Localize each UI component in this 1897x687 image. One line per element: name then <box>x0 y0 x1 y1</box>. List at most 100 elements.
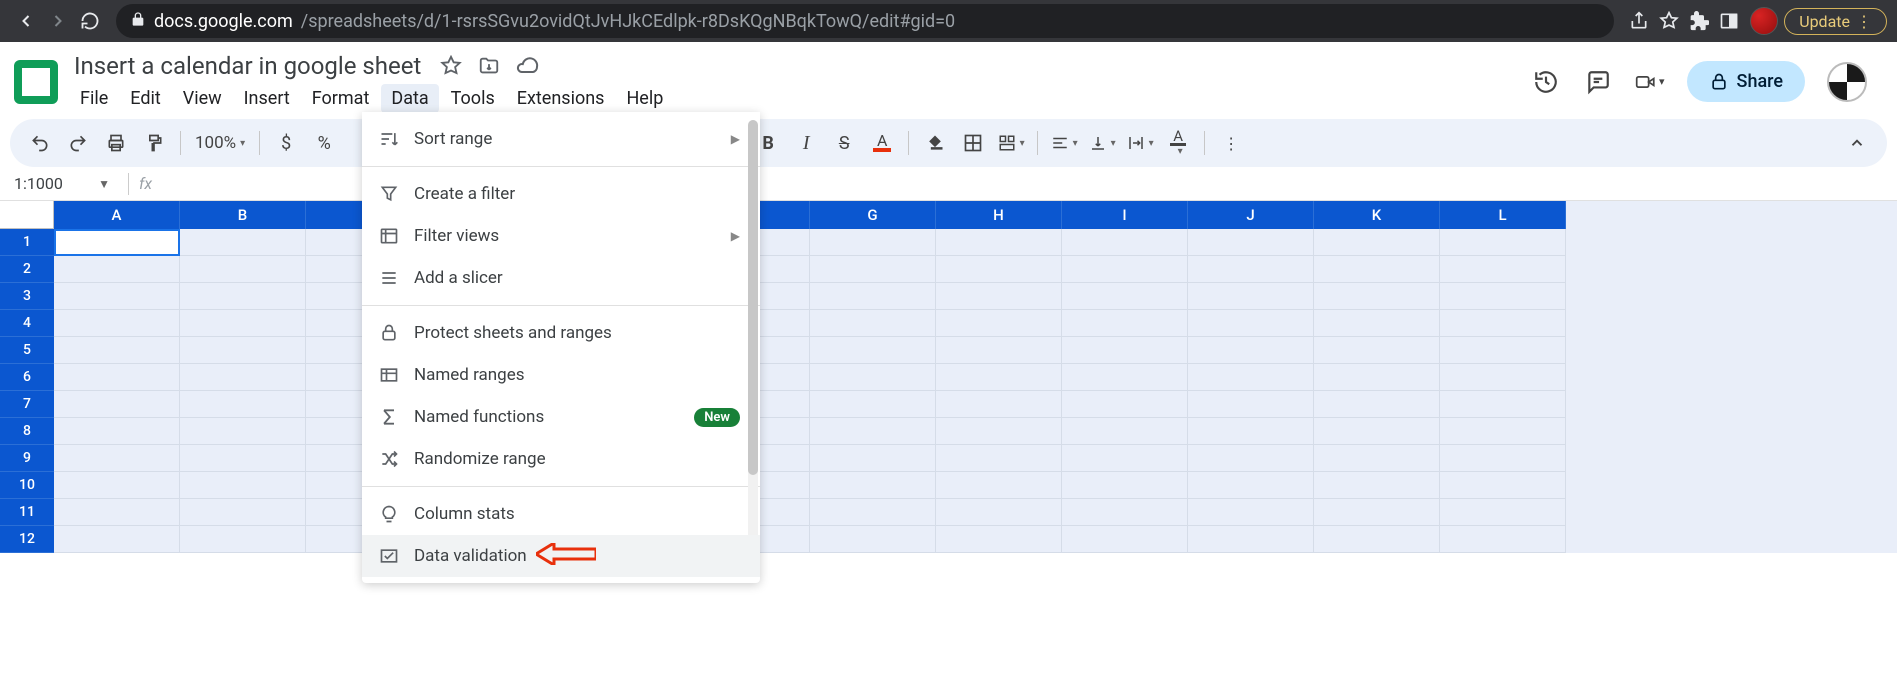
cell[interactable] <box>1188 283 1314 310</box>
select-all-corner[interactable] <box>0 201 54 229</box>
cell[interactable] <box>1188 472 1314 499</box>
cell[interactable] <box>1440 391 1566 418</box>
borders-button[interactable] <box>957 127 989 159</box>
cell[interactable] <box>1314 445 1440 472</box>
menu-tools[interactable]: Tools <box>441 84 505 113</box>
redo-button[interactable] <box>62 127 94 159</box>
cell[interactable] <box>1062 472 1188 499</box>
cell[interactable] <box>936 445 1062 472</box>
menu-format[interactable]: Format <box>302 84 380 113</box>
row-header[interactable]: 3 <box>0 283 54 310</box>
column-header[interactable]: H <box>936 201 1062 229</box>
cell[interactable] <box>936 337 1062 364</box>
column-header[interactable]: L <box>1440 201 1566 229</box>
cell[interactable] <box>1440 283 1566 310</box>
cell[interactable] <box>1440 229 1566 256</box>
cloud-status-icon[interactable] <box>515 54 539 78</box>
cell[interactable] <box>936 526 1062 553</box>
cell[interactable] <box>936 256 1062 283</box>
cell[interactable] <box>54 310 180 337</box>
column-header[interactable]: G <box>810 201 936 229</box>
cell[interactable] <box>180 445 306 472</box>
cell[interactable] <box>54 283 180 310</box>
cell[interactable] <box>1188 256 1314 283</box>
row-header[interactable]: 2 <box>0 256 54 283</box>
cell[interactable] <box>1062 310 1188 337</box>
document-title[interactable]: Insert a calendar in google sheet <box>70 50 425 82</box>
star-icon[interactable] <box>439 54 463 78</box>
cell[interactable] <box>1062 229 1188 256</box>
collapse-toolbar-button[interactable] <box>1841 127 1873 159</box>
browser-profile-avatar[interactable] <box>1750 7 1778 35</box>
menu-view[interactable]: View <box>173 84 232 113</box>
cell[interactable] <box>936 229 1062 256</box>
browser-reload-button[interactable] <box>74 5 106 37</box>
cell[interactable] <box>54 526 180 553</box>
cell[interactable] <box>1440 364 1566 391</box>
cell[interactable] <box>1188 391 1314 418</box>
cell[interactable] <box>936 310 1062 337</box>
vertical-align-button[interactable] <box>1086 127 1118 159</box>
cell[interactable] <box>1062 418 1188 445</box>
row-header[interactable]: 9 <box>0 445 54 472</box>
cell[interactable] <box>936 418 1062 445</box>
cell[interactable] <box>1314 364 1440 391</box>
row-header[interactable]: 7 <box>0 391 54 418</box>
cell[interactable] <box>54 418 180 445</box>
cell[interactable] <box>1440 418 1566 445</box>
cell[interactable] <box>810 418 936 445</box>
cell[interactable] <box>180 310 306 337</box>
cell[interactable] <box>1062 283 1188 310</box>
account-avatar[interactable] <box>1827 62 1867 102</box>
menu-item-named-functions[interactable]: Named functionsNew <box>362 396 760 438</box>
name-box[interactable]: 1:1000 ▼ <box>8 174 118 193</box>
cell[interactable] <box>1314 310 1440 337</box>
cell[interactable] <box>1314 229 1440 256</box>
cell[interactable] <box>1062 499 1188 526</box>
cell[interactable] <box>810 391 936 418</box>
cell[interactable] <box>54 337 180 364</box>
browser-back-button[interactable] <box>10 5 42 37</box>
cell[interactable] <box>810 337 936 364</box>
cell[interactable] <box>1440 310 1566 337</box>
menu-item-named-ranges[interactable]: Named ranges <box>362 354 760 396</box>
cell[interactable] <box>180 526 306 553</box>
menu-item-create-a-filter[interactable]: Create a filter <box>362 173 760 215</box>
cell[interactable] <box>1314 391 1440 418</box>
menu-item-column-stats[interactable]: Column stats <box>362 493 760 535</box>
toolbar-more-button[interactable]: ⋮ <box>1215 127 1247 159</box>
cell[interactable] <box>1062 256 1188 283</box>
cell[interactable] <box>936 472 1062 499</box>
cell[interactable] <box>936 364 1062 391</box>
cell[interactable] <box>1440 445 1566 472</box>
fill-color-button[interactable] <box>919 127 951 159</box>
menu-item-filter-views[interactable]: Filter views▶ <box>362 215 760 257</box>
cell[interactable] <box>54 472 180 499</box>
row-header[interactable]: 10 <box>0 472 54 499</box>
cell[interactable] <box>810 256 936 283</box>
cell[interactable] <box>180 391 306 418</box>
cell[interactable] <box>810 310 936 337</box>
strikethrough-button[interactable]: S <box>828 127 860 159</box>
zoom-dropdown[interactable]: 100% <box>191 127 249 159</box>
column-header[interactable]: K <box>1314 201 1440 229</box>
cell[interactable] <box>1188 526 1314 553</box>
cell[interactable] <box>1314 337 1440 364</box>
cell[interactable] <box>1188 418 1314 445</box>
cell[interactable] <box>180 229 306 256</box>
share-button[interactable]: Share <box>1687 61 1805 102</box>
cell[interactable] <box>1188 499 1314 526</box>
currency-button[interactable]: $ <box>270 127 302 159</box>
menu-item-randomize-range[interactable]: Randomize range <box>362 438 760 480</box>
cell[interactable] <box>180 499 306 526</box>
cell[interactable] <box>810 472 936 499</box>
cell[interactable] <box>54 229 180 256</box>
italic-button[interactable]: I <box>790 127 822 159</box>
print-button[interactable] <box>100 127 132 159</box>
comments-icon[interactable] <box>1583 67 1613 97</box>
horizontal-align-button[interactable] <box>1048 127 1080 159</box>
cell[interactable] <box>1440 472 1566 499</box>
cell[interactable] <box>810 364 936 391</box>
cell[interactable] <box>180 364 306 391</box>
menu-insert[interactable]: Insert <box>234 84 300 113</box>
